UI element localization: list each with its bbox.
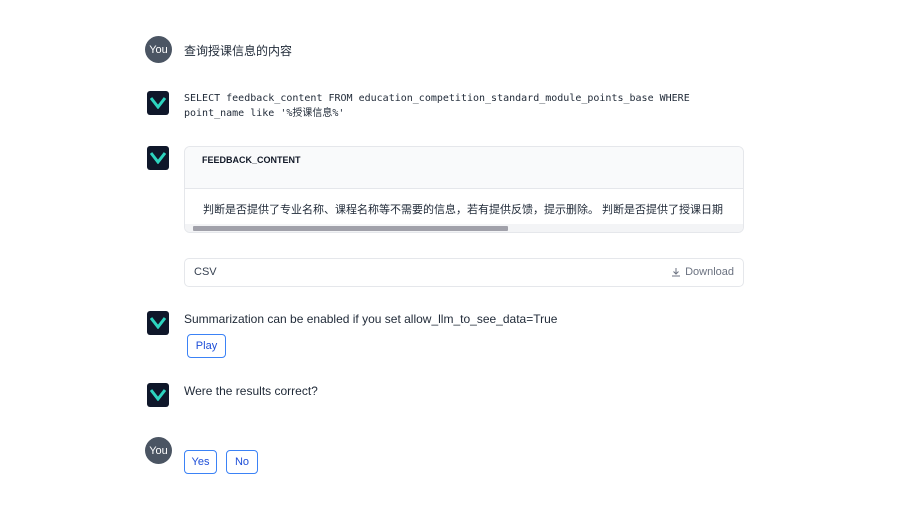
csv-label: CSV — [194, 266, 217, 278]
user-avatar: You — [145, 437, 172, 464]
sql-query: SELECT feedback_content FROM education_c… — [184, 91, 690, 121]
sql-line-1: SELECT feedback_content FROM education_c… — [184, 93, 690, 104]
assistant-logo-icon — [147, 91, 169, 115]
user-avatar-label: You — [149, 444, 168, 457]
results-table: FEEDBACK_CONTENT 判断是否提供了专业名称、课程名称等不需要的信息… — [184, 146, 744, 233]
table-header-feedback-content: FEEDBACK_CONTENT — [185, 147, 743, 189]
table-cell: 判断是否提供了专业名称、课程名称等不需要的信息，若有提供反馈，提示删除。 判断是… — [203, 204, 724, 216]
assistant-logo-icon — [147, 383, 169, 407]
summarization-note: Summarization can be enabled if you set … — [184, 312, 558, 326]
user-avatar: You — [145, 36, 172, 63]
download-button[interactable]: Download — [671, 266, 734, 278]
assistant-logo-icon — [147, 146, 169, 170]
user-question: 查询授课信息的内容 — [184, 44, 293, 58]
csv-export-bar: CSV Download — [184, 258, 744, 287]
download-icon — [672, 268, 681, 277]
play-button[interactable]: Play — [187, 334, 226, 358]
yes-button[interactable]: Yes — [184, 450, 217, 474]
assistant-logo-icon — [147, 311, 169, 335]
download-label: Download — [685, 266, 734, 278]
scrollbar-thumb[interactable] — [193, 226, 508, 231]
sql-line-2: point_name like '%授课信息%' — [184, 108, 345, 119]
user-avatar-label: You — [149, 43, 168, 56]
no-button[interactable]: No — [226, 450, 258, 474]
feedback-question: Were the results correct? — [184, 384, 318, 398]
horizontal-scrollbar[interactable] — [185, 224, 743, 232]
